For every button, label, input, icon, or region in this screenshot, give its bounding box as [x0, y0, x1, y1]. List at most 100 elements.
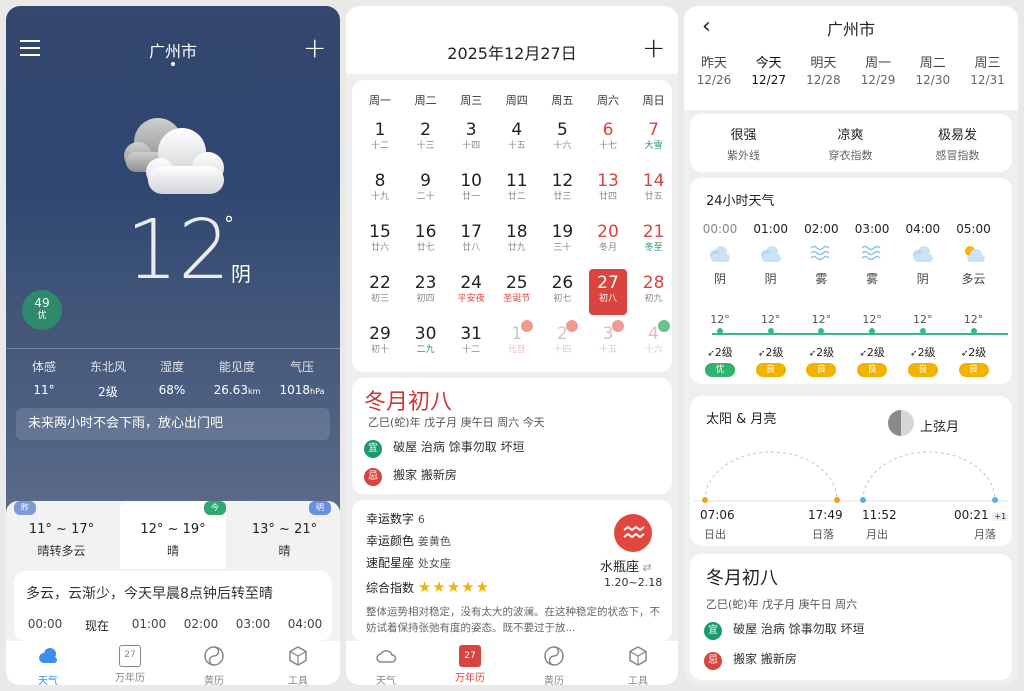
- day-tab[interactable]: 周三 12/31: [961, 52, 1015, 87]
- lunar-label: 十五: [598, 345, 617, 355]
- cloudy-weather-icon: [124, 118, 224, 194]
- switch-icon: ⇄: [639, 561, 652, 574]
- day-tomorrow[interactable]: 明 13° ~ 21° 晴: [229, 501, 340, 569]
- nav-tools[interactable]: 工具: [268, 645, 328, 685]
- calendar-day[interactable]: 3 十四: [449, 116, 493, 162]
- calendar-day[interactable]: 2 十三: [404, 116, 448, 162]
- city-title[interactable]: 广州市: [123, 38, 223, 62]
- calendar-day[interactable]: 2 十四: [540, 320, 584, 366]
- day-tab[interactable]: 周二 12/30: [906, 52, 960, 87]
- calendar-day[interactable]: 4 十五: [495, 116, 539, 162]
- calendar-day[interactable]: 6 十七: [586, 116, 630, 162]
- hourly-column[interactable]: 05:00 多云 12° ➶2级良: [952, 222, 996, 377]
- calendar-day[interactable]: 1 元旦: [495, 320, 539, 366]
- calendar-day[interactable]: 19 三十: [540, 218, 584, 264]
- nav-calendar[interactable]: 27 万年历: [100, 645, 160, 684]
- hour-wind: ➶2级: [859, 346, 885, 359]
- day-tab[interactable]: 周一 12/29: [851, 52, 905, 87]
- yi-tag: 宜: [704, 622, 722, 640]
- calendar-day[interactable]: 21 冬至: [632, 218, 676, 264]
- day-yesterday[interactable]: 昨 11° ~ 17° 晴转多云: [6, 501, 117, 569]
- aqi-badge[interactable]: 49 优: [22, 290, 62, 330]
- nav-calendar[interactable]: 27 万年历: [440, 645, 500, 684]
- calendar-day[interactable]: 25 圣诞节: [495, 269, 539, 315]
- hourly-column[interactable]: 01:00 阴 12° ➶2级良: [749, 222, 793, 377]
- ji-tag: 忌: [704, 652, 722, 670]
- date-title[interactable]: 2025年12月27日: [406, 40, 618, 64]
- rain-forecast-note[interactable]: 未来两小时不会下雨，放心出门吧: [16, 408, 330, 440]
- calendar-day[interactable]: 27 初八: [589, 269, 627, 315]
- day-tab[interactable]: 昨天 12/26: [687, 52, 741, 87]
- lunar-label: 初九: [644, 294, 663, 304]
- lunar-label: 初四: [416, 294, 435, 304]
- calendar-day[interactable]: 18 廿九: [495, 218, 539, 264]
- fog-icon: [850, 244, 894, 270]
- day-tab-selected[interactable]: 今天 12/27: [742, 52, 796, 87]
- day-today[interactable]: 今 12° ~ 19° 晴: [120, 501, 226, 569]
- lunar-label: 初七: [553, 294, 572, 304]
- lunar-label: 十二: [462, 345, 481, 355]
- hourly-column[interactable]: 00:00 阴 12° ➶2级优: [698, 222, 742, 377]
- hour-time: 01:00: [753, 222, 788, 236]
- calendar-day[interactable]: 28 初九: [632, 269, 676, 315]
- hour-wind: ➶2级: [707, 346, 733, 359]
- forecast-card[interactable]: 多云，云渐少，今天早晨8点钟后转至晴 00:00 现在 01:00 02:00 …: [14, 571, 332, 641]
- matching-sign: 速配星座 处女座: [366, 556, 451, 570]
- calendar-day[interactable]: 14 廿五: [632, 167, 676, 213]
- nav-tools[interactable]: 工具: [608, 645, 668, 685]
- almanac-card[interactable]: 冬月初八 乙巳(蛇)年 戊子月 庚午日 周六 今天 宜 破屋 治病 馀事勿取 坏…: [352, 378, 672, 494]
- calendar-day[interactable]: 26 初七: [540, 269, 584, 315]
- calendar-day[interactable]: 5 十六: [540, 116, 584, 162]
- nav-weather[interactable]: 天气: [18, 645, 78, 685]
- add-city-icon[interactable]: +: [303, 34, 326, 62]
- nav-almanac[interactable]: 黄历: [524, 645, 584, 685]
- day-number: 10: [460, 171, 482, 191]
- day-number: 29: [369, 324, 391, 344]
- calendar-day[interactable]: 17 廿八: [449, 218, 493, 264]
- back-icon[interactable]: ‹: [702, 14, 711, 39]
- zodiac-sign[interactable]: 水瓶座 ⇄: [600, 556, 652, 575]
- calendar-day[interactable]: 8 十九: [358, 167, 402, 213]
- degree-symbol: °: [224, 212, 234, 236]
- divider: [6, 348, 340, 349]
- hourly-column[interactable]: 02:00 雾 12° ➶2级良: [799, 222, 843, 377]
- almanac-card[interactable]: 冬月初八 乙巳(蛇)年 戊子月 庚午日 周六 宜 破屋 治病 馀事勿取 坏垣 忌…: [690, 554, 1012, 680]
- calendar-day[interactable]: 23 初四: [404, 269, 448, 315]
- calendar-day[interactable]: 22 初三: [358, 269, 402, 315]
- lunar-label: 十六: [553, 141, 572, 151]
- calendar-day[interactable]: 30 二九: [404, 320, 448, 366]
- clothing-index[interactable]: 凉爽 穿衣指数: [797, 124, 904, 163]
- hourly-column[interactable]: 04:00 阴 12° ➶2级良: [901, 222, 945, 377]
- calendar-day[interactable]: 7 大雪: [632, 116, 676, 162]
- calendar-day[interactable]: 20 冬月: [586, 218, 630, 264]
- add-event-icon[interactable]: +: [642, 34, 665, 62]
- calendar-day[interactable]: 4 十六: [632, 320, 676, 366]
- calendar-day[interactable]: 15 廿六: [358, 218, 402, 264]
- menu-icon[interactable]: [20, 40, 40, 56]
- calendar-day[interactable]: 3 十五: [586, 320, 630, 366]
- nav-weather[interactable]: 天气: [356, 645, 416, 685]
- nav-almanac[interactable]: 黄历: [184, 645, 244, 685]
- hourly-column[interactable]: 03:00 雾 12° ➶2级良: [850, 222, 894, 377]
- calendar-day[interactable]: 12 廿三: [540, 167, 584, 213]
- calendar-day[interactable]: 31 十二: [449, 320, 493, 366]
- calendar-day[interactable]: 16 廿七: [404, 218, 448, 264]
- bottom-nav: 天气 27 万年历 黄历 工具: [6, 641, 340, 685]
- hour-aqi-badge: 良: [857, 363, 888, 377]
- day-condition: 晴: [278, 544, 291, 558]
- day-tab[interactable]: 明天 12/28: [796, 52, 850, 87]
- calendar-day[interactable]: 11 廿二: [495, 167, 539, 213]
- sunset-dot: [834, 497, 840, 503]
- calendar-day[interactable]: 9 二十: [404, 167, 448, 213]
- calendar-day[interactable]: 29 初十: [358, 320, 402, 366]
- calendar-day[interactable]: 24 平安夜: [449, 269, 493, 315]
- calendar-day[interactable]: 13 廿四: [586, 167, 630, 213]
- cold-index[interactable]: 极易发 感冒指数: [904, 124, 1011, 163]
- horoscope-card[interactable]: 幸运数字 6 幸运颜色 姜黄色 速配星座 处女座 综合指数 ★★★★★ 水瓶座 …: [352, 500, 672, 642]
- aquarius-icon: [614, 514, 652, 552]
- weekday-label: 周三: [460, 94, 483, 107]
- calendar-day[interactable]: 1 十二: [358, 116, 402, 162]
- calendar-day[interactable]: 10 廿一: [449, 167, 493, 213]
- uv-index[interactable]: 很强 紫外线: [690, 124, 797, 163]
- hour-wind: ➶2级: [757, 346, 784, 359]
